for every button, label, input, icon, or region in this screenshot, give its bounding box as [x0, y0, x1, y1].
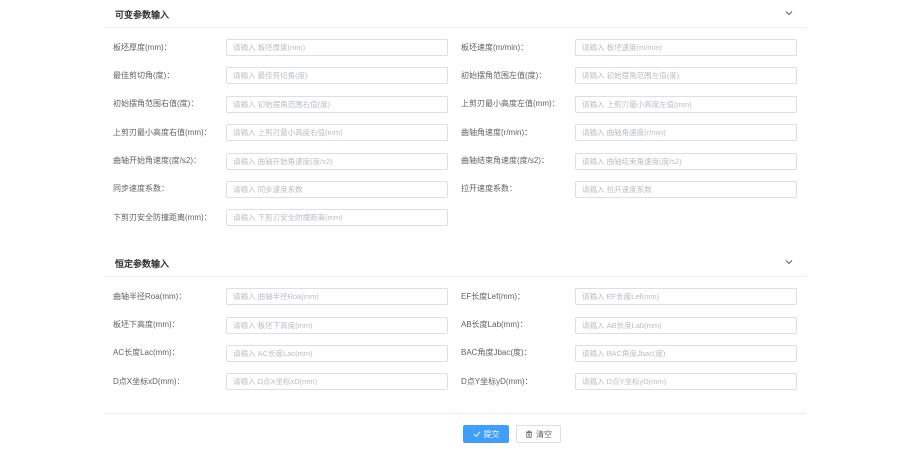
optimal-shear-angle-input[interactable] — [226, 67, 448, 84]
d-point-y-input[interactable] — [575, 373, 797, 390]
ef-length-input[interactable] — [575, 288, 797, 305]
field-label-bac-angle: BAC角度Jbac(度)： — [461, 348, 532, 357]
actions-divider — [104, 413, 806, 414]
pull-apart-speed-coefficient-input[interactable] — [575, 181, 797, 198]
clear-button[interactable]: 清空 — [516, 425, 561, 443]
upper-blade-min-height-right-input[interactable] — [226, 124, 448, 141]
check-icon — [473, 431, 480, 437]
field-label-d-point-x: D点X坐标xD(mm)： — [113, 377, 185, 386]
bac-angle-input[interactable] — [575, 345, 797, 362]
ab-length-input[interactable] — [575, 317, 797, 334]
swing-range-right-input[interactable] — [226, 96, 448, 113]
field-label-sync-speed-coefficient: 同步速度系数： — [113, 184, 169, 193]
submit-label: 提交 — [483, 429, 500, 439]
d-point-x-input[interactable] — [226, 373, 448, 390]
field-label-upper-blade-min-height-left: 上剪刃最小高度左值(mm)： — [461, 99, 560, 108]
fixed-section-title: 恒定参数输入 — [115, 259, 170, 269]
crank-end-angular-speed-input[interactable] — [575, 153, 797, 170]
delete-icon — [526, 430, 532, 438]
chevron-down-icon[interactable] — [784, 257, 794, 267]
field-label-ab-length: AB长度Lab(mm)： — [461, 320, 528, 329]
field-label-upper-blade-min-height-right: 上剪刃最小高度右值(mm)： — [113, 128, 212, 137]
upper-blade-min-height-left-input[interactable] — [575, 96, 797, 113]
field-label-optimal-shear-angle: 最佳剪切角(度)： — [113, 71, 175, 80]
field-label-crank-angular-speed: 曲轴角速度(r/min)： — [461, 128, 533, 137]
submit-button[interactable]: 提交 — [463, 425, 509, 443]
field-label-slab-lower-height: 板坯下高度(mm)： — [113, 320, 180, 329]
slab-speed-input[interactable] — [575, 39, 797, 56]
fixed-section-header[interactable]: 恒定参数输入 — [104, 250, 806, 277]
chevron-down-icon[interactable] — [784, 8, 794, 18]
field-label-swing-range-right: 初始摆角范围右值(度)： — [113, 99, 199, 108]
variable-section-header[interactable]: 可变参数输入 — [104, 1, 806, 28]
field-label-ef-length: EF长度Lef(mm)： — [461, 292, 525, 301]
field-label-lower-blade-safe-distance: 下剪刃安全防撞距离(mm)： — [113, 213, 212, 222]
slab-thickness-input[interactable] — [226, 39, 448, 56]
swing-range-left-input[interactable] — [575, 67, 797, 84]
ac-length-input[interactable] — [226, 345, 448, 362]
field-label-swing-range-left: 初始摆角范围左值(度)： — [461, 71, 547, 80]
variable-section-title: 可变参数输入 — [115, 10, 170, 20]
field-label-crank-radius: 曲轴半径Roa(mm)： — [113, 292, 187, 301]
crank-radius-input[interactable] — [226, 288, 448, 305]
field-label-crank-start-angular-speed: 曲轴开始角速度(度/s2)： — [113, 156, 201, 165]
clear-label: 清空 — [536, 429, 552, 439]
sync-speed-coefficient-input[interactable] — [226, 181, 448, 198]
slab-lower-height-input[interactable] — [226, 317, 448, 334]
crank-start-angular-speed-input[interactable] — [226, 153, 448, 170]
field-label-d-point-y: D点Y坐标yD(mm)： — [461, 377, 533, 386]
field-label-ac-length: AC长度Lac(mm)： — [113, 348, 180, 357]
field-label-pull-apart-speed-coefficient: 拉开速度系数： — [461, 184, 517, 193]
field-label-slab-speed: 板坯速度(m/min)： — [461, 43, 529, 52]
field-label-crank-end-angular-speed: 曲轴结束角速度(度/s2)： — [461, 156, 549, 165]
field-label-slab-thickness: 板坯厚度(mm)： — [113, 43, 172, 52]
crank-angular-speed-input[interactable] — [575, 124, 797, 141]
lower-blade-safe-distance-input[interactable] — [226, 209, 448, 226]
